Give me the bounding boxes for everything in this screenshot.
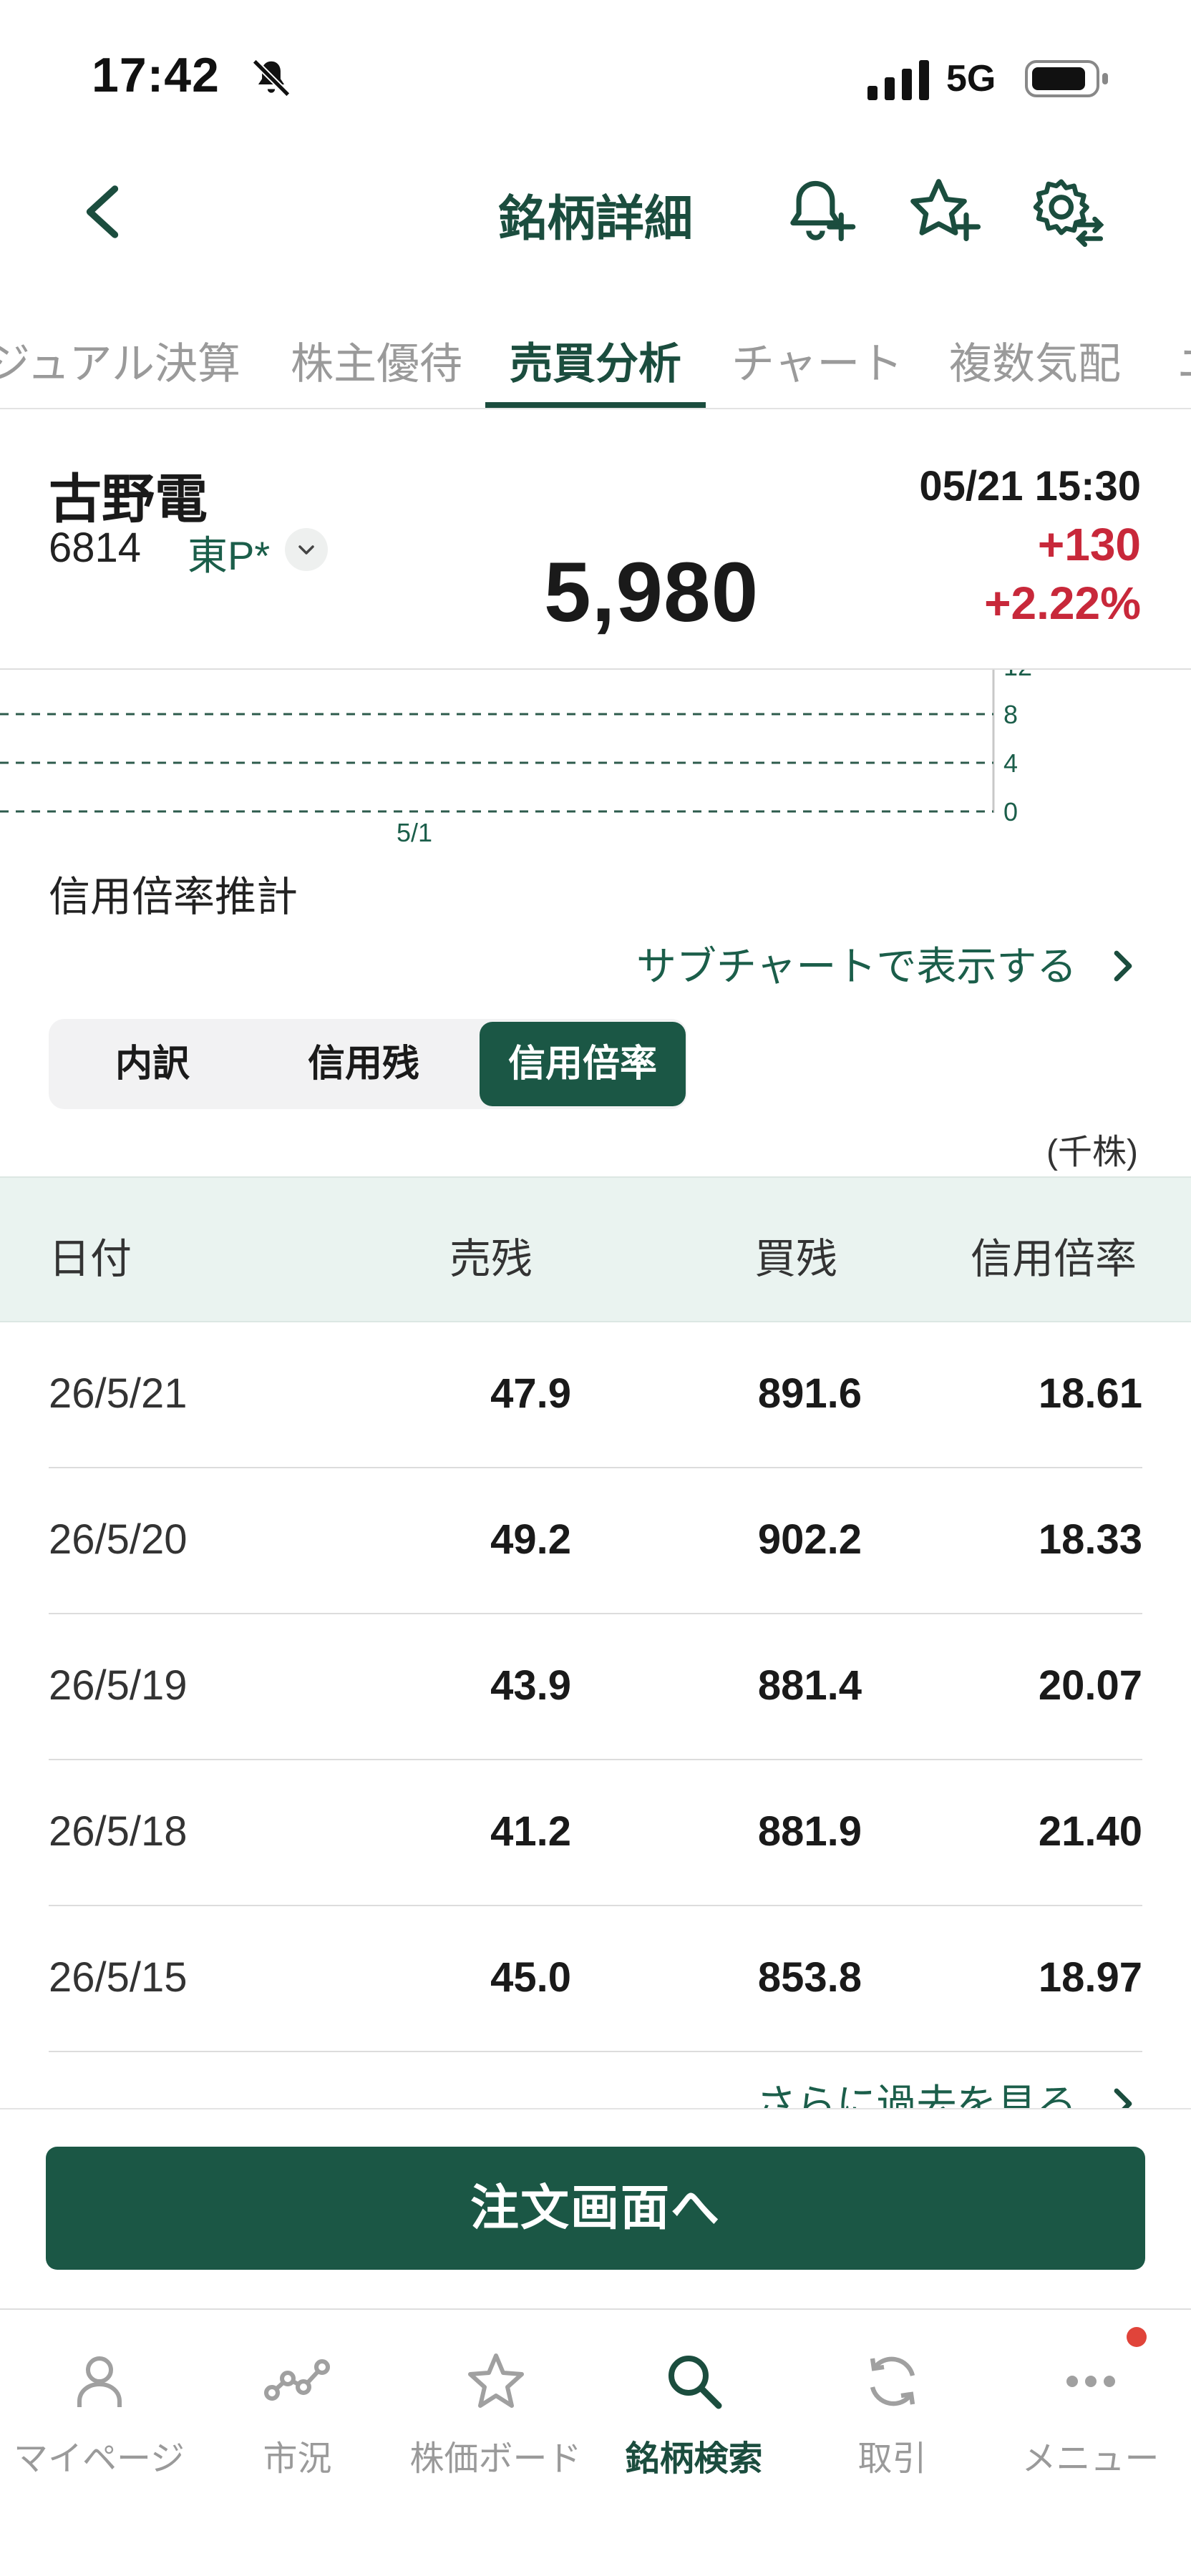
tab-trade-analysis[interactable]: 売買分析 bbox=[510, 329, 681, 391]
cell-sell: 43.9 bbox=[490, 1662, 571, 1709]
y-tick-12: 12 bbox=[1003, 670, 1032, 681]
subchart-link[interactable]: サブチャートで表示する bbox=[636, 935, 1138, 992]
price-change-percent: +2.22% bbox=[984, 577, 1141, 629]
view-segmented-control: 内訳 信用残 信用倍率 bbox=[49, 1019, 687, 1109]
header-buy-balance: 買残 bbox=[754, 1236, 838, 1282]
search-icon bbox=[668, 2356, 721, 2409]
market-dropdown[interactable] bbox=[285, 528, 328, 571]
cell-buy: 891.6 bbox=[757, 1370, 862, 1417]
tab-more[interactable]: ニ bbox=[1177, 329, 1191, 391]
nav-label: マイページ bbox=[13, 2440, 185, 2478]
cell-date: 26/5/19 bbox=[49, 1662, 188, 1709]
table-row: 26/5/20 49.2 902.2 18.33 bbox=[49, 1468, 1142, 1614]
nav-market[interactable]: 市況 bbox=[198, 2347, 397, 2480]
segment-margin-balance[interactable]: 信用残 bbox=[256, 1019, 471, 1109]
segment-margin-ratio[interactable]: 信用倍率 bbox=[480, 1022, 686, 1106]
tab-multi-quotes[interactable]: 複数気配 bbox=[949, 329, 1121, 391]
settings-switch-icon[interactable] bbox=[1028, 172, 1107, 250]
market-selector[interactable]: 東P* bbox=[188, 524, 270, 582]
cell-buy: 853.8 bbox=[757, 1954, 862, 2001]
cell-sell: 49.2 bbox=[490, 1516, 571, 1563]
cell-sell: 41.2 bbox=[490, 1808, 571, 1855]
cell-sell: 47.9 bbox=[490, 1370, 571, 1417]
person-icon bbox=[77, 2356, 122, 2407]
bell-off-icon bbox=[252, 59, 291, 97]
tab-shareholder-benefits[interactable]: 株主優待 bbox=[291, 329, 462, 391]
bottom-navigation: マイページ 市況 株価ボード 銘柄検索 取引 メニュー bbox=[0, 2308, 1191, 2576]
nav-label: 市況 bbox=[263, 2440, 332, 2478]
chevron-down-icon bbox=[298, 545, 314, 555]
refresh-icon bbox=[870, 2356, 915, 2406]
status-time: 17:42 bbox=[92, 48, 220, 102]
nav-trade[interactable]: 取引 bbox=[793, 2347, 991, 2480]
segment-breakdown[interactable]: 内訳 bbox=[49, 1019, 256, 1109]
cell-buy: 881.9 bbox=[757, 1808, 862, 1855]
network-type: 5G bbox=[946, 58, 996, 99]
current-price: 5,980 bbox=[544, 545, 759, 640]
unit-label: (千株) bbox=[1046, 1133, 1138, 1171]
quote-datetime: 05/21 15:30 bbox=[919, 463, 1141, 509]
cell-ratio: 18.61 bbox=[1038, 1370, 1142, 1417]
table-row: 26/5/19 43.9 881.4 20.07 bbox=[49, 1614, 1142, 1760]
order-screen-button[interactable]: 注文画面へ bbox=[46, 2147, 1145, 2270]
star-add-icon[interactable] bbox=[903, 172, 982, 250]
table-header: 日付 売残 買残 信用倍率 bbox=[0, 1176, 1191, 1322]
notification-dot bbox=[1127, 2327, 1147, 2347]
cell-date: 26/5/21 bbox=[49, 1370, 188, 1417]
cell-date: 26/5/18 bbox=[49, 1808, 188, 1855]
nav-mypage[interactable]: マイページ bbox=[0, 2347, 198, 2480]
stock-code: 6814 bbox=[49, 525, 142, 571]
header-margin-ratio: 信用倍率 bbox=[971, 1236, 1137, 1282]
more-icon bbox=[1066, 2376, 1115, 2387]
stock-name: 古野電 bbox=[49, 469, 208, 529]
table-row: 26/5/18 41.2 881.9 21.40 bbox=[49, 1760, 1142, 1906]
market-graph-icon bbox=[263, 2359, 330, 2401]
tab-chart[interactable]: チャート bbox=[731, 329, 903, 391]
tab-visual-earnings[interactable]: ジュアル決算 bbox=[0, 329, 240, 391]
chevron-right-icon bbox=[1114, 950, 1132, 982]
y-tick-8: 8 bbox=[1003, 700, 1018, 729]
credit-chart: 12 8 4 0 5/1 bbox=[0, 670, 1032, 847]
tab-bar: ジュアル決算 株主優待 売買分析 チャート 複数気配 ニ bbox=[0, 315, 1191, 409]
cell-date: 26/5/15 bbox=[49, 1954, 188, 2001]
cell-ratio: 18.97 bbox=[1038, 1954, 1142, 2001]
cell-ratio: 20.07 bbox=[1038, 1662, 1142, 1709]
nav-menu[interactable]: メニュー bbox=[991, 2347, 1190, 2480]
table-row: 26/5/21 47.9 891.6 18.61 bbox=[49, 1322, 1142, 1468]
header-date: 日付 bbox=[49, 1236, 132, 1282]
page-title: 銘柄詳細 bbox=[497, 192, 693, 246]
price-change: +130 bbox=[1037, 519, 1141, 570]
section-title: 信用倍率推計 bbox=[49, 874, 298, 920]
cell-ratio: 18.33 bbox=[1038, 1516, 1142, 1563]
cell-buy: 902.2 bbox=[757, 1516, 862, 1563]
subchart-link-label: サブチャートで表示する bbox=[636, 944, 1077, 989]
active-tab-indicator bbox=[485, 402, 706, 408]
star-icon bbox=[467, 2353, 524, 2408]
nav-label: 銘柄検索 bbox=[625, 2440, 763, 2478]
nav-stock-search[interactable]: 銘柄検索 bbox=[595, 2347, 793, 2480]
y-tick-4: 4 bbox=[1003, 748, 1018, 778]
nav-label: 取引 bbox=[857, 2440, 927, 2478]
cell-buy: 881.4 bbox=[757, 1662, 862, 1709]
cell-sell: 45.0 bbox=[490, 1954, 571, 2001]
table-row: 26/5/15 45.0 853.8 18.97 bbox=[49, 1906, 1142, 2052]
x-tick-label: 5/1 bbox=[397, 818, 432, 847]
cell-ratio: 21.40 bbox=[1038, 1808, 1142, 1855]
bell-add-icon[interactable] bbox=[780, 172, 859, 250]
nav-label: 株価ボード bbox=[409, 2440, 582, 2478]
y-tick-0: 0 bbox=[1003, 797, 1018, 826]
signal-icon bbox=[867, 60, 929, 100]
nav-stock-board[interactable]: 株価ボード bbox=[397, 2347, 595, 2480]
cell-date: 26/5/20 bbox=[49, 1516, 188, 1563]
nav-label: メニュー bbox=[1021, 2440, 1160, 2478]
header-sell-balance: 売残 bbox=[449, 1236, 533, 1282]
battery-icon bbox=[1025, 60, 1108, 97]
